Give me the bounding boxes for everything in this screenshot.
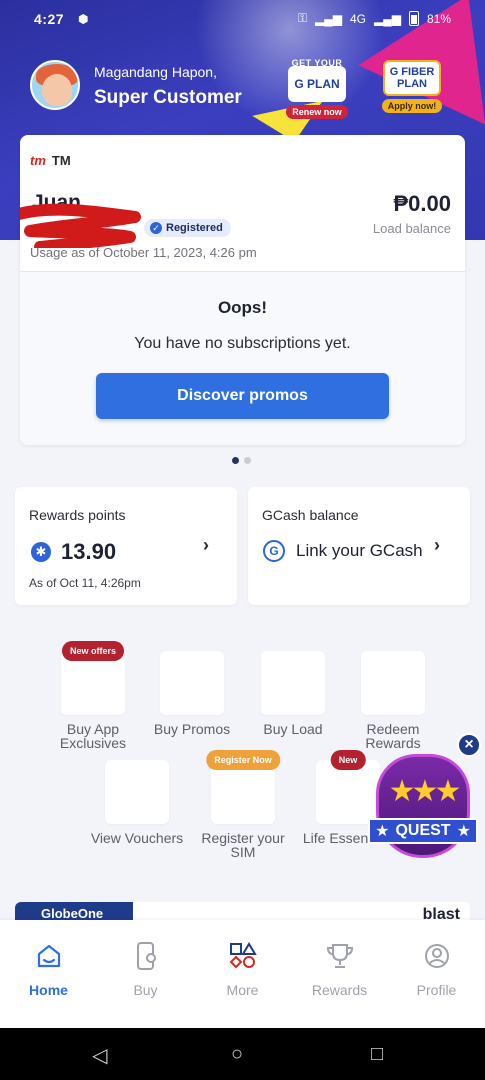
carousel-dot-active[interactable] <box>232 457 239 464</box>
buy-load-label: Buy Load <box>263 721 323 737</box>
registered-badge: ✓ Registered <box>144 219 231 237</box>
load-balance-amount: ₱0.00 <box>393 191 452 216</box>
trophy-icon <box>291 940 388 972</box>
buy-load-icon <box>261 651 325 715</box>
usage-timestamp: Usage as of October 11, 2023, 4:26 pm <box>30 245 257 260</box>
back-icon[interactable]: ◁ <box>92 1043 107 1068</box>
fiber-plan-promo[interactable]: G FIBER PLAN Apply now! <box>376 60 448 114</box>
nav-buy-label: Buy <box>133 982 158 998</box>
recents-icon[interactable]: □ <box>371 1043 383 1066</box>
redeem-rewards-icon <box>361 651 425 715</box>
carousel-dots <box>232 457 251 464</box>
link-gcash-link[interactable]: Link your GCash <box>296 541 423 561</box>
gcash-icon: G <box>263 540 285 562</box>
nav-rewards[interactable]: Rewards <box>291 940 388 998</box>
buy-promos-label: Buy Promos <box>153 721 231 737</box>
signal-icon: ▂▄▆ <box>315 11 342 26</box>
status-bar: 4:27 ⬢ ⚿ ▂▄▆ 4G ▂▄▆ 81% <box>0 0 485 40</box>
g-plan-logo: G PLAN <box>288 66 346 102</box>
quest-ribbon: ★ QUEST ★ <box>368 818 478 844</box>
quest-stars-icon: ★★★ <box>388 775 462 808</box>
view-vouchers-button[interactable]: View Vouchers <box>82 760 192 845</box>
account-card[interactable]: tm TM Juan ✓ Registered Usage as of Octo… <box>20 135 465 445</box>
view-vouchers-icon <box>105 760 169 824</box>
redaction-scribble <box>20 203 141 248</box>
g-plan-renew-button[interactable]: Renew now <box>286 105 348 119</box>
redeem-rewards-label: Redeem Rewards <box>365 721 421 751</box>
home-circle-icon[interactable]: ○ <box>231 1043 243 1066</box>
network-type: 4G <box>349 11 366 26</box>
brand-name: TM <box>51 153 71 168</box>
fiber-plan-logo: G FIBER PLAN <box>383 60 441 96</box>
nav-home[interactable]: Home <box>0 940 97 998</box>
rewards-title: Rewards points <box>29 507 126 523</box>
nav-buy[interactable]: Buy <box>97 940 194 998</box>
registered-label: Registered <box>166 222 223 234</box>
quest-widget[interactable]: ★★★ ★ QUEST ★ <box>368 752 478 862</box>
avatar-face <box>42 74 72 106</box>
gcash-title: GCash balance <box>262 507 359 523</box>
chevron-right-icon[interactable]: › <box>434 535 440 556</box>
redeem-rewards-button[interactable]: Redeem Rewards <box>338 651 448 750</box>
register-now-badge: Register Now <box>206 750 280 770</box>
register-sim-label: Register your SIM <box>201 830 285 860</box>
view-vouchers-label: View Vouchers <box>90 830 184 846</box>
app-notification-icon: ⬢ <box>78 12 89 26</box>
battery-level: 81% <box>426 11 451 26</box>
quest-label: QUEST <box>395 822 451 839</box>
brand-row: tm TM <box>30 153 71 168</box>
carousel-dot[interactable] <box>244 457 251 464</box>
register-sim-button[interactable]: Register Now Register your SIM <box>188 750 298 860</box>
fiber-plan-apply-button[interactable]: Apply now! <box>381 99 443 113</box>
new-badge: New <box>330 750 366 770</box>
nav-more[interactable]: More <box>194 940 291 998</box>
status-time: 4:27 <box>34 11 65 27</box>
nav-profile[interactable]: Profile <box>388 940 485 998</box>
g-plan-promo[interactable]: GET YOUR G PLAN Renew now <box>280 58 354 120</box>
rewards-value: 13.90 <box>61 539 117 564</box>
signal-icon-2: ▂▄▆ <box>374 11 401 26</box>
system-navigation-bar: ◁ ○ □ <box>0 1028 485 1080</box>
buy-promos-button[interactable]: Buy Promos <box>137 651 247 736</box>
status-indicators: ⚿ ▂▄▆ 4G ▂▄▆ 81% <box>298 11 451 26</box>
new-offers-badge: New offers <box>61 641 125 661</box>
buy-app-exclusives-button[interactable]: New offers Buy App Exclusives <box>38 641 148 751</box>
user-name: Super Customer <box>94 87 242 108</box>
nav-more-label: More <box>226 982 259 998</box>
avatar[interactable] <box>30 60 80 110</box>
battery-icon <box>408 11 419 26</box>
rewards-points-card[interactable]: Rewards points ✱ 13.90 › As of Oct 11, 4… <box>15 487 237 605</box>
nav-home-label: Home <box>29 982 68 998</box>
key-icon: ⚿ <box>297 11 308 25</box>
discover-promos-button[interactable]: Discover promos <box>96 373 389 419</box>
tm-logo: tm <box>30 153 46 168</box>
nav-profile-label: Profile <box>416 982 457 998</box>
nav-rewards-label: Rewards <box>311 982 368 998</box>
chevron-right-icon[interactable]: › <box>203 535 209 556</box>
check-icon: ✓ <box>150 222 162 234</box>
star-icon: ★ <box>456 823 471 840</box>
greeting: Magandang Hapon, <box>94 64 217 80</box>
buy-promos-icon <box>160 651 224 715</box>
load-balance-label: Load balance <box>372 221 451 236</box>
phone-icon <box>97 940 194 972</box>
empty-message: You have no subscriptions yet. <box>134 335 351 352</box>
profile-icon <box>388 940 485 972</box>
quest-close-icon[interactable]: × <box>457 733 481 757</box>
buy-load-button[interactable]: Buy Load <box>238 651 348 736</box>
buy-app-exclusives-label: Buy App Exclusives <box>59 721 127 751</box>
home-icon <box>0 940 97 972</box>
rewards-timestamp: As of Oct 11, 4:26pm <box>29 576 141 590</box>
rewards-star-icon: ✱ <box>31 542 51 562</box>
bottom-navigation: Home Buy More Rewards Profile <box>0 920 485 1028</box>
shapes-icon <box>194 940 291 972</box>
empty-title: Oops! <box>217 298 268 317</box>
star-icon: ★ <box>375 823 390 840</box>
gcash-balance-card[interactable]: GCash balance G Link your GCash › <box>248 487 470 605</box>
